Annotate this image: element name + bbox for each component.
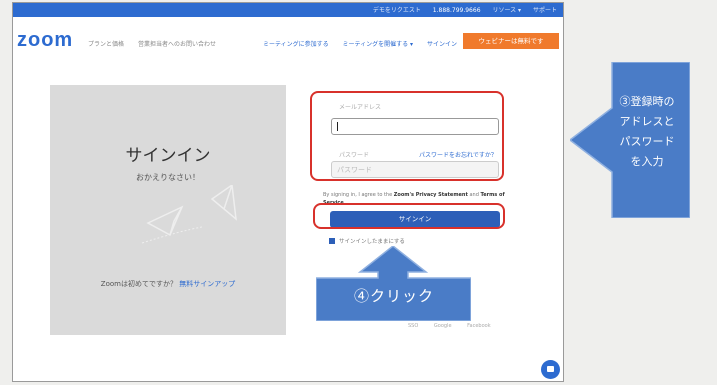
nav-host-meeting[interactable]: ミーティングを開催する ▾ <box>343 41 414 48</box>
free-webinar-button[interactable]: ウェビナーは無料です <box>463 33 559 49</box>
google-link[interactable]: Google <box>434 323 452 329</box>
zoom-signin-screenshot: デモをリクエスト 1.888.799.9666 リソース ▾ サポート zoom… <box>12 2 564 382</box>
zoom-logo[interactable]: zoom <box>17 29 73 52</box>
stay-signed-in-checkbox[interactable]: サインインしたままにする <box>329 237 405 245</box>
phone-number: 1.888.799.9666 <box>432 7 481 14</box>
top-utility-links: デモをリクエスト 1.888.799.9666 リソース ▾ サポート <box>363 5 557 14</box>
resources-menu[interactable]: リソース ▾ <box>492 7 521 14</box>
privacy-statement-link[interactable]: Zoom's Privacy Statement <box>394 192 468 198</box>
paper-plane-icon <box>141 185 237 244</box>
facebook-link[interactable]: Facebook <box>467 323 491 329</box>
nav-left-links: プランと価格 営業担当者へのお問い合わせ <box>88 39 228 48</box>
signin-title: サインイン <box>125 146 211 166</box>
nav-join-meeting[interactable]: ミーティングに参加する <box>263 41 329 48</box>
social-signin-links: SSO Google Facebook <box>408 323 505 329</box>
callout-step3-text: ③登録時の アドレスと パスワード を入力 <box>619 95 675 168</box>
signin-button-highlight-box <box>313 203 505 229</box>
signin-hero-panel: サインイン おかえりなさい！ Zoomは初めてですか？ 無料サインアップ <box>50 85 286 335</box>
welcome-back-text: おかえりなさい！ <box>136 173 200 182</box>
nav-signin[interactable]: サインイン <box>427 41 457 48</box>
first-time-text: Zoomは初めてですか？ <box>100 280 177 288</box>
terms-and-text: and <box>469 192 479 198</box>
stay-signed-in-label: サインインしたままにする <box>339 239 405 245</box>
signup-prompt: Zoomは初めてですか？ 無料サインアップ <box>50 279 286 289</box>
support-link[interactable]: サポート <box>533 7 557 14</box>
chat-icon[interactable] <box>541 360 560 379</box>
nav-right-links: ミーティングに参加する ミーティングを開催する ▾ サインイン <box>251 39 457 48</box>
nav-plans-pricing[interactable]: プランと価格 <box>88 41 124 48</box>
callout-step4-arrow <box>316 246 471 321</box>
main-navbar: zoom プランと価格 営業担当者へのお問い合わせ ミーティングに参加する ミー… <box>13 17 563 57</box>
free-signup-link[interactable]: 無料サインアップ <box>179 280 235 288</box>
nav-contact-sales[interactable]: 営業担当者へのお問い合わせ <box>138 41 216 48</box>
checkbox-icon[interactable] <box>329 238 335 244</box>
top-utility-bar: デモをリクエスト 1.888.799.9666 リソース ▾ サポート <box>13 3 563 17</box>
request-demo-link[interactable]: デモをリクエスト <box>373 7 421 14</box>
sso-link[interactable]: SSO <box>408 323 418 329</box>
terms-text: By signing in, I agree to the <box>323 192 393 198</box>
credentials-highlight-box <box>310 91 504 181</box>
callout-step4-text: ④クリック <box>353 287 434 305</box>
